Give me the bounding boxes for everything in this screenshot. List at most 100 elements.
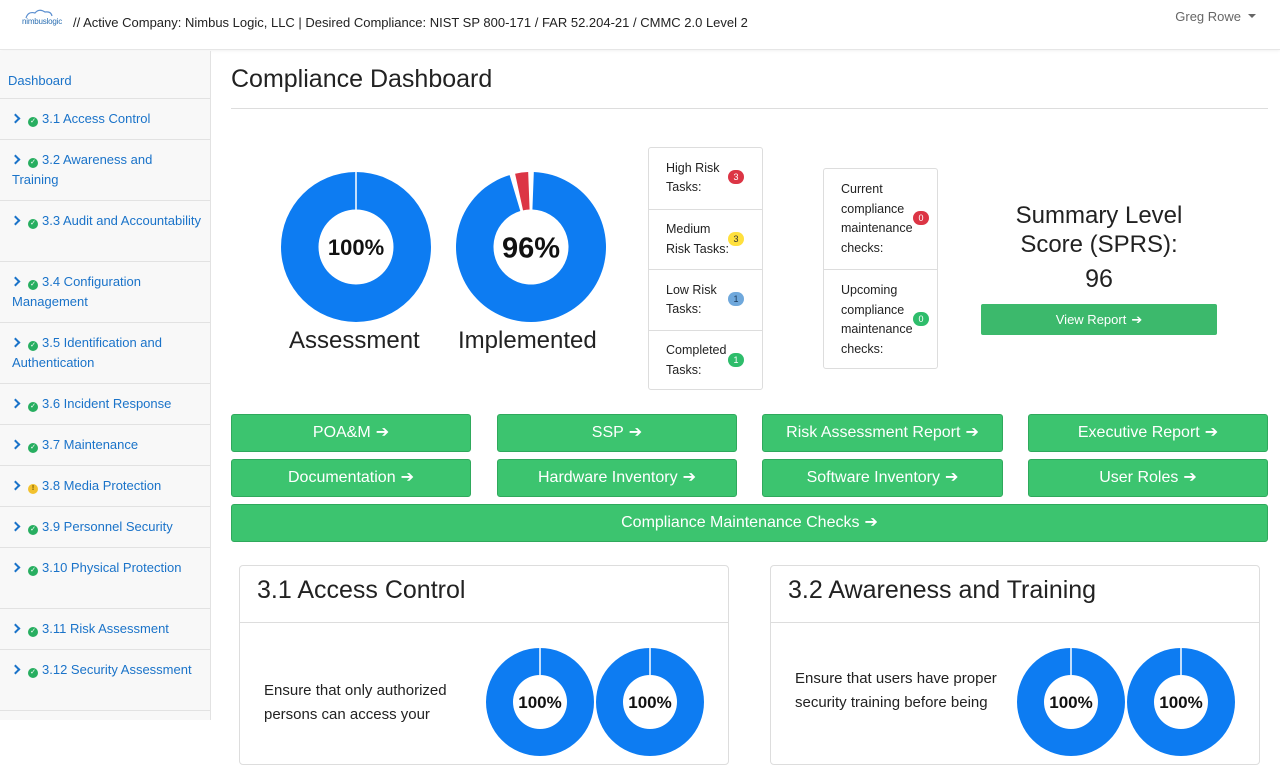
check-circle-icon: ✓ xyxy=(28,627,38,637)
risk-tasks-card: High Risk Tasks: 3 Medium Risk Tasks: 3 Low … xyxy=(648,147,763,390)
check-circle-icon: ✓ xyxy=(28,443,38,453)
arrow-right-icon: ➔ xyxy=(375,424,390,441)
sidebar-item[interactable]: ✓ 3.7 Maintenance xyxy=(0,425,210,466)
sidebar-item[interactable]: !3.13 System and Communications Protecti… xyxy=(0,711,210,720)
sidebar-item[interactable]: ✓ 3.9 Personnel Security xyxy=(0,507,210,548)
arrow-right-icon: ➔ xyxy=(682,469,697,486)
warning-circle-icon: ! xyxy=(28,484,38,494)
task-row[interactable]: Current compliance maintenance checks: 0 xyxy=(824,169,937,269)
sidebar: Dashboard ✓ 3.1 Access Control ✓ 3.2 Awaren… xyxy=(0,51,211,720)
section-title: 3.1 Access Control xyxy=(240,566,728,623)
check-circle-icon: ✓ xyxy=(28,668,38,678)
sidebar-item-label: 3.11 Risk Assessment xyxy=(42,621,169,636)
chevron-right-icon[interactable] xyxy=(10,337,21,348)
arrow-right-icon: ➔ xyxy=(1204,424,1219,441)
task-label: Upcoming compliance maintenance checks: xyxy=(841,283,913,356)
check-circle-icon: ✓ xyxy=(28,402,38,412)
task-row[interactable]: High Risk Tasks: 3 xyxy=(649,148,762,209)
chevron-right-icon[interactable] xyxy=(10,398,21,409)
donut-percent-label: 100% xyxy=(1049,693,1092,712)
chevron-right-icon[interactable] xyxy=(10,562,21,573)
section-card-awareness-training: 3.2 Awareness and Training Ensure that u… xyxy=(770,565,1260,765)
exec-report-label: Executive Report xyxy=(1077,424,1200,441)
sprs-title: Summary Level Score (SPRS): xyxy=(1015,202,1183,258)
ssp-button[interactable]: SSP ➔ xyxy=(497,414,737,452)
task-label: High Risk Tasks: xyxy=(666,160,720,195)
count-badge: 0 xyxy=(913,211,929,225)
sidebar-item[interactable]: ✓ 3.1 Access Control xyxy=(0,99,210,140)
sidebar-item-label: 3.9 Personnel Security xyxy=(42,519,173,534)
sidebar-item[interactable]: ✓ 3.4 Configuration Management xyxy=(0,262,210,323)
task-label: Current compliance maintenance checks: xyxy=(841,182,913,255)
view-report-button[interactable]: View Report ➔ xyxy=(981,304,1217,335)
main-content: Compliance Dashboard 100% Assessment 96%… xyxy=(231,51,1268,765)
sidebar-item[interactable]: ✓ 3.6 Incident Response xyxy=(0,384,210,425)
sidebar-item[interactable]: ✓ 3.3 Audit and Accountability xyxy=(0,201,210,262)
poam-button[interactable]: POA&M ➔ xyxy=(231,414,471,452)
compliance-maintenance-checks-button[interactable]: Compliance Maintenance Checks ➔ xyxy=(231,504,1268,542)
sidebar-item-dashboard[interactable]: Dashboard xyxy=(0,51,210,99)
title-divider xyxy=(231,108,1268,109)
check-circle-icon: ✓ xyxy=(28,158,38,168)
task-row[interactable]: Upcoming compliance maintenance checks: 0 xyxy=(824,269,937,369)
sidebar-item-label: 3.6 Incident Response xyxy=(42,396,172,411)
donut-percent-label: 100% xyxy=(328,235,384,260)
section-implemented-donut: 100% xyxy=(1127,648,1235,756)
donut-percent-label: 100% xyxy=(1159,693,1202,712)
arrow-right-icon: ➔ xyxy=(628,424,643,441)
sidebar-item[interactable]: ✓ 3.2 Awareness and Training xyxy=(0,140,210,201)
task-row[interactable]: Completed Tasks: 1 xyxy=(649,329,762,391)
arrow-right-icon: ➔ xyxy=(965,424,979,441)
user-roles-button[interactable]: User Roles ➔ xyxy=(1028,459,1268,497)
hardware-inventory-button[interactable]: Hardware Inventory ➔ xyxy=(497,459,737,497)
executive-report-button[interactable]: Executive Report ➔ xyxy=(1028,414,1268,452)
sidebar-item-label: 3.12 Security Assessment xyxy=(42,662,192,677)
check-circle-icon: ✓ xyxy=(28,280,38,290)
section-implemented-donut: 100% xyxy=(596,648,704,756)
arrow-right-icon: ➔ xyxy=(1131,312,1143,327)
count-badge: 1 xyxy=(728,292,744,307)
section-card-access-control: 3.1 Access Control Ensure that only auth… xyxy=(239,565,729,765)
check-circle-icon: ✓ xyxy=(28,341,38,351)
sidebar-item[interactable]: ✓ 3.12 Security Assessment xyxy=(0,650,210,711)
chevron-right-icon[interactable] xyxy=(10,113,21,124)
chevron-right-icon[interactable] xyxy=(10,439,21,450)
user-menu[interactable]: Greg Rowe xyxy=(1175,9,1256,24)
company-logo[interactable]: nimbuslogic xyxy=(20,8,62,28)
task-row[interactable]: Medium Risk Tasks: 3 xyxy=(649,208,762,270)
risk-report-label: Risk Assessment Report xyxy=(786,424,961,441)
software-inventory-button[interactable]: Software Inventory ➔ xyxy=(762,459,1003,497)
sidebar-item[interactable]: ! 3.8 Media Protection xyxy=(0,466,210,507)
risk-assessment-report-button[interactable]: Risk Assessment Report ➔ xyxy=(762,414,1003,452)
sidebar-item[interactable]: ✓ 3.10 Physical Protection xyxy=(0,548,210,609)
chevron-right-icon[interactable] xyxy=(10,215,21,226)
check-circle-icon: ✓ xyxy=(28,219,38,229)
check-circle-icon: ✓ xyxy=(28,566,38,576)
sidebar-item[interactable]: ✓ 3.11 Risk Assessment xyxy=(0,609,210,650)
sidebar-item-label: 3.10 Physical Protection xyxy=(42,560,182,575)
chevron-right-icon[interactable] xyxy=(10,154,21,165)
sprs-score: 96 xyxy=(1085,265,1113,293)
user-roles-label: User Roles xyxy=(1099,469,1179,486)
assessment-label: Assessment xyxy=(289,327,420,354)
chevron-right-icon[interactable] xyxy=(10,623,21,634)
section-assessment-donut: 100% xyxy=(486,648,594,756)
documentation-button[interactable]: Documentation ➔ xyxy=(231,459,471,497)
sidebar-item-label: 3.1 Access Control xyxy=(42,111,151,126)
chevron-right-icon[interactable] xyxy=(10,521,21,532)
donut-percent-label: 100% xyxy=(628,693,671,712)
arrow-right-icon: ➔ xyxy=(1183,469,1197,486)
sidebar-item[interactable]: ✓ 3.5 Identification and Authentication xyxy=(0,323,210,384)
logo-text: nimbuslogic xyxy=(22,17,63,26)
sidebar-item-label: 3.8 Media Protection xyxy=(42,478,162,493)
user-name: Greg Rowe xyxy=(1175,9,1241,24)
hardware-label: Hardware Inventory xyxy=(537,469,678,486)
count-badge: 3 xyxy=(728,170,744,185)
chevron-right-icon[interactable] xyxy=(10,276,21,287)
donut-percent-label: 96% xyxy=(502,232,560,264)
count-badge: 0 xyxy=(913,312,929,326)
arrow-right-icon: ➔ xyxy=(945,469,959,486)
chevron-right-icon[interactable] xyxy=(10,480,21,491)
chevron-right-icon[interactable] xyxy=(10,664,21,675)
task-row[interactable]: Low Risk Tasks: 1 xyxy=(649,269,762,330)
